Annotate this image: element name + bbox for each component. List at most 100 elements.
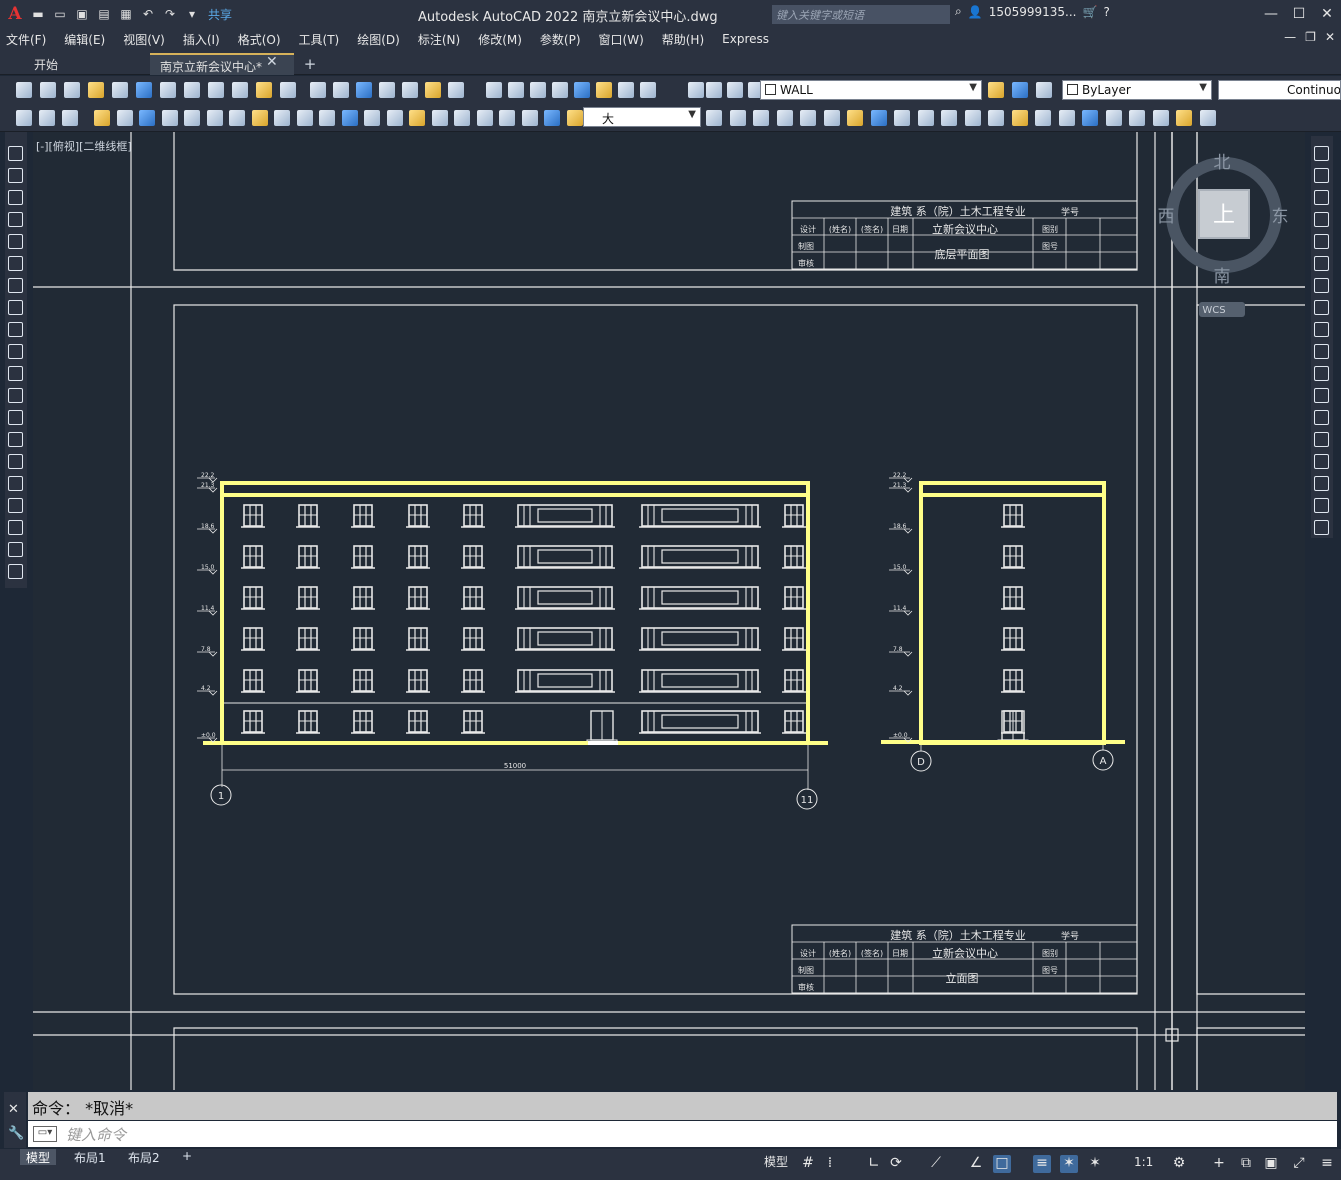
wcs-menu-label[interactable]: WCS [1202,305,1225,316]
linetype-dropdown[interactable]: Continuo [1218,80,1341,100]
toolbar-tool-icon[interactable] [160,82,176,98]
menu-dimension[interactable]: 标注(N) [412,31,472,48]
toolbar-tool-icon[interactable] [184,110,200,126]
polar-icon[interactable]: ⟳ [887,1155,905,1173]
toolbar-tool-icon[interactable] [941,110,957,126]
toolbar-tool-icon[interactable] [688,82,704,98]
toolbar-tool-icon[interactable] [1129,110,1145,126]
toolbar-tool-icon[interactable] [342,110,358,126]
ortho-icon[interactable]: ∟ [865,1155,883,1173]
toolbar-tool-icon[interactable] [229,110,245,126]
toolbar-tool-icon[interactable] [777,110,793,126]
modify-tool-icon[interactable] [1314,212,1329,227]
menu-edit[interactable]: 编辑(E) [58,31,117,48]
toolbar-tool-icon[interactable] [207,110,223,126]
toolbar-tool-icon[interactable] [730,110,746,126]
modify-tool-icon[interactable] [1314,234,1329,249]
draw-tool-icon[interactable] [8,322,23,337]
toolbar-tool-icon[interactable] [824,110,840,126]
toolbar-tool-icon[interactable] [1036,82,1052,98]
modify-tool-icon[interactable] [1314,146,1329,161]
draw-tool-icon[interactable] [8,344,23,359]
toolbar-tool-icon[interactable] [544,110,560,126]
toolbar-tool-icon[interactable] [477,110,493,126]
plot-icon[interactable]: ▦ [116,4,136,24]
toolbar-tool-icon[interactable] [387,110,403,126]
draw-tool-icon[interactable] [8,256,23,271]
toolbar-tool-icon[interactable] [256,82,272,98]
draw-tool-icon[interactable] [8,300,23,315]
toolbar-tool-icon[interactable] [706,110,722,126]
modify-tool-icon[interactable] [1314,256,1329,271]
menu-format[interactable]: 格式(O) [232,31,293,48]
draw-tool-icon[interactable] [8,454,23,469]
osnap-icon[interactable]: □ [993,1155,1011,1173]
add-layout-button[interactable]: + [176,1149,198,1165]
autoscale-icon[interactable]: ✶ [1086,1155,1104,1173]
hardware-accel-icon[interactable]: ▣ [1262,1155,1280,1173]
toolbar-tool-icon[interactable] [379,82,395,98]
otrack-icon[interactable]: ∠ [967,1155,985,1173]
draw-tool-icon[interactable] [8,278,23,293]
modify-tool-icon[interactable] [1314,454,1329,469]
menu-tools[interactable]: 工具(T) [293,31,352,48]
command-input[interactable]: 键入命令 [28,1121,1337,1147]
toolbar-tool-icon[interactable] [727,82,743,98]
drawing-canvas[interactable]: 建筑 系（院）土木工程专业 学号 设计 (姓名) (签名) 日期 立新会议中心 底层平面图 制图… [33,132,1305,1090]
toolbar-tool-icon[interactable] [402,82,418,98]
toolbar-tool-icon[interactable] [112,82,128,98]
toolbar-tool-icon[interactable] [596,82,612,98]
undo-icon[interactable]: ↶ [138,4,158,24]
toolbar-tool-icon[interactable] [16,82,32,98]
modify-tool-icon[interactable] [1314,410,1329,425]
layout-tab-2[interactable]: 布局2 [122,1149,166,1165]
toolbar-tool-icon[interactable] [499,110,515,126]
toolbar-tool-icon[interactable] [871,110,887,126]
layout-tab-1[interactable]: 布局1 [68,1149,112,1165]
qat-more-icon[interactable]: ▾ [182,4,202,24]
toolbar-tool-icon[interactable] [988,110,1004,126]
menu-draw[interactable]: 绘图(D) [351,31,412,48]
toolbar-tool-icon[interactable] [16,110,32,126]
tab-close-icon[interactable]: ✕ [266,54,278,70]
draw-tool-icon[interactable] [8,212,23,227]
close-button[interactable]: ✕ [1313,0,1341,28]
maximize-button[interactable]: ☐ [1285,0,1313,28]
model-space-button[interactable]: 模型 [764,1153,788,1170]
save-icon[interactable]: ▣ [72,4,92,24]
doc-restore-button[interactable]: ❐ [1305,30,1316,44]
toolbar-tool-icon[interactable] [965,110,981,126]
draw-tool-icon[interactable] [8,432,23,447]
tab-start[interactable]: 开始 [24,53,148,75]
toolbar-tool-icon[interactable] [40,82,56,98]
menu-modify[interactable]: 修改(M) [472,31,534,48]
toolbar-tool-icon[interactable] [310,82,326,98]
doc-close-button[interactable]: ✕ [1325,30,1335,44]
annotation-scale[interactable]: 1:1 [1134,1155,1153,1169]
toolbar-tool-icon[interactable] [640,82,656,98]
modify-tool-icon[interactable] [1314,300,1329,315]
annotation-visibility-icon[interactable]: ✶ [1060,1155,1078,1173]
modify-tool-icon[interactable] [1314,476,1329,491]
toolbar-tool-icon[interactable] [1012,110,1028,126]
toolbar-tool-icon[interactable] [618,82,634,98]
modify-tool-icon[interactable] [1314,168,1329,183]
toolbar-tool-icon[interactable] [139,110,155,126]
modify-tool-icon[interactable] [1314,278,1329,293]
toolbar-tool-icon[interactable] [1176,110,1192,126]
open-icon[interactable]: ▭ [50,4,70,24]
plus-icon[interactable]: + [1210,1155,1228,1173]
draw-tool-icon[interactable] [8,520,23,535]
toolbar-tool-icon[interactable] [432,110,448,126]
toolbar-tool-icon[interactable] [62,110,78,126]
toolbar-tool-icon[interactable] [274,110,290,126]
toolbar-tool-icon[interactable] [280,82,296,98]
modify-tool-icon[interactable] [1314,520,1329,535]
toolbar-tool-icon[interactable] [333,82,349,98]
draw-tool-icon[interactable] [8,476,23,491]
toolbar-tool-icon[interactable] [39,110,55,126]
minimize-button[interactable]: — [1257,0,1285,28]
menu-parametric[interactable]: 参数(P) [534,31,593,48]
modify-tool-icon[interactable] [1314,344,1329,359]
wrench-icon[interactable]: 🔧 [8,1126,24,1141]
